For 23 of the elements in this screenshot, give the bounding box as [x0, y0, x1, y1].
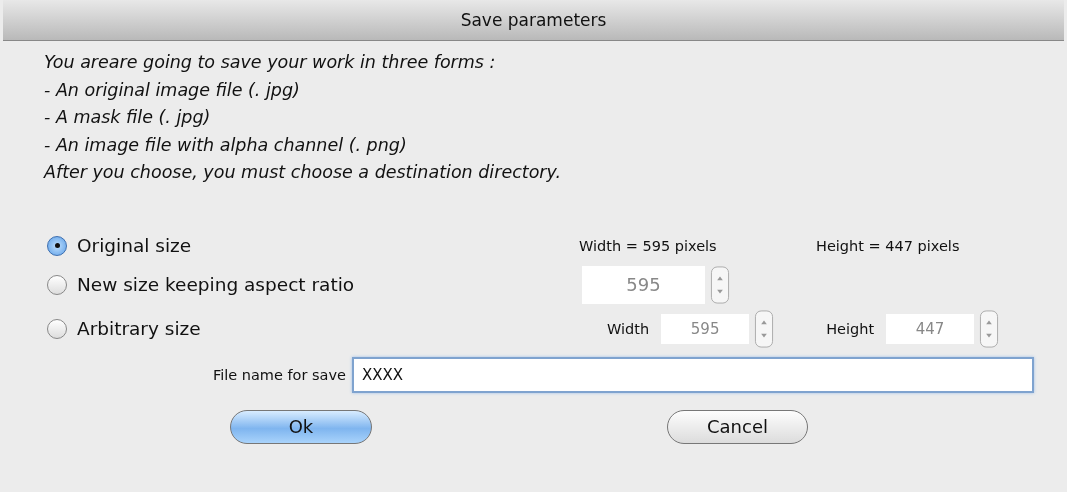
cancel-button[interactable]: Cancel	[667, 409, 808, 444]
radio-button[interactable]	[47, 274, 67, 295]
intro-text: After you choose, you must choose a destination directory.	[44, 161, 563, 184]
stepper-icon[interactable]	[754, 309, 775, 348]
radio-button[interactable]	[47, 318, 67, 339]
window-title: Save parameters	[460, 10, 607, 30]
intro-text: - An original image file (. jpg)	[44, 78, 301, 102]
height-label: Height	[826, 320, 875, 337]
width-label: Width	[607, 320, 650, 337]
radio-label[interactable]: Arbitrary size	[77, 318, 201, 339]
intro-text: You areare going to save your work in three forms :	[44, 51, 497, 74]
file-name-label: File name for save	[211, 366, 347, 383]
intro-text: - A mask file (. jpg)	[44, 106, 212, 129]
ok-button[interactable]: Ok	[230, 409, 372, 444]
radio-label[interactable]: New size keeping aspect ratio	[77, 274, 355, 295]
width-info: Width = 595 pixels	[579, 237, 718, 254]
intro-text: - An image file with alpha channel (. png)	[44, 133, 408, 157]
radio-button[interactable]	[47, 235, 67, 256]
stepper-icon[interactable]	[979, 309, 1000, 348]
radio-label[interactable]: Original size	[77, 235, 192, 256]
stepper-icon[interactable]	[710, 265, 730, 304]
file-name-field[interactable]: XXXX	[352, 356, 1034, 393]
height-info: Height = 447 pixels	[816, 237, 960, 254]
